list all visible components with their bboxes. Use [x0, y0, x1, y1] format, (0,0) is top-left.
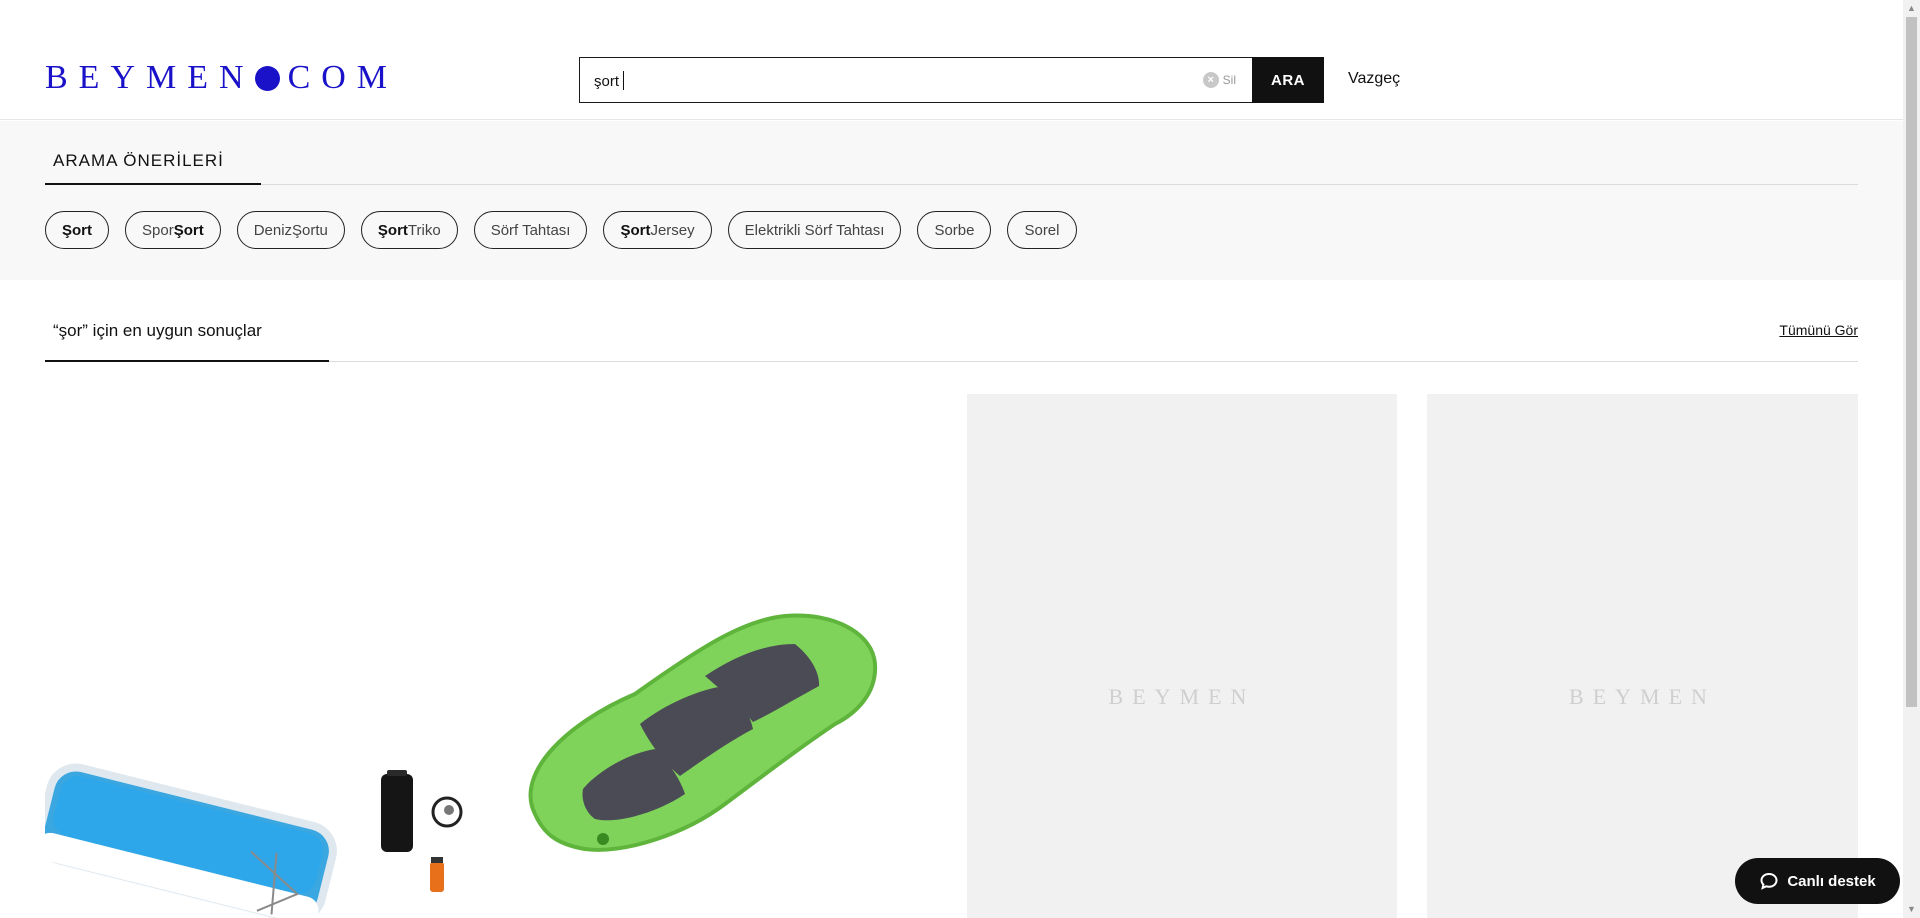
suggestions-active-underline [45, 183, 261, 185]
chip-rest: Jersey [650, 221, 695, 239]
text-caret [623, 71, 624, 90]
suggestion-chip[interactable]: Deniz Şortu [236, 211, 345, 249]
chip-rest: Elektrikli Sörf Tahtası [744, 221, 885, 239]
logo-text-left: BEYMEN [45, 59, 255, 96]
logo-dot [254, 65, 280, 91]
chip-rest: Şortu [292, 221, 328, 239]
see-all-link[interactable]: Tümünü Gör [1779, 322, 1858, 338]
product-card-balance-board[interactable] [505, 394, 930, 918]
chip-rest: Triko [407, 221, 441, 239]
suggestions-divider [45, 184, 1858, 185]
product-card-placeholder[interactable]: BEYMEN [1427, 394, 1858, 918]
suggestion-chip[interactable]: Sorel [1007, 211, 1077, 249]
chip-prefix: Deniz [253, 221, 293, 239]
scrollbar-thumb[interactable] [1906, 17, 1917, 707]
chip-rest: Sorel [1024, 221, 1060, 239]
scroll-down-icon[interactable]: ▼ [1903, 901, 1920, 918]
chip-rest: Sörf Tahtası [490, 221, 571, 239]
suggestion-chip[interactable]: Spor Şort [125, 211, 221, 249]
placeholder-logo: BEYMEN [1108, 684, 1256, 709]
chip-match: Şort [62, 221, 92, 239]
scroll-up-icon[interactable]: ▲ [1903, 0, 1920, 17]
search-suggestions: ARAMA ÖNERİLERİ Şort Spor Şort Deniz Şortu… [0, 121, 1903, 280]
product-card-surfboard[interactable] [45, 394, 505, 918]
page: BEYMEN COM × Sil ARA Vazgeç ARAMA ÖNERİLE… [0, 0, 1920, 918]
results-title: “şor” için en uygun sonuçlar [53, 321, 262, 340]
search-input[interactable] [594, 70, 1154, 92]
search-button[interactable]: ARA [1252, 57, 1324, 103]
suggestion-chip[interactable]: Sörf Tahtası [473, 211, 588, 249]
inflatable-board-image [45, 763, 463, 918]
suggestion-chips: Şort Spor Şort Deniz Şortu Şort Triko Sörf T… [45, 211, 1077, 249]
logo-text-right: COM [287, 59, 399, 96]
balance-board-image [528, 613, 878, 852]
product-card-placeholder[interactable]: BEYMEN [967, 394, 1397, 918]
chat-bubble-icon [1760, 872, 1778, 890]
chip-match: Şort [377, 221, 408, 239]
search-box: × Sil [579, 57, 1252, 103]
clear-search-button[interactable]: × Sil [1202, 72, 1236, 88]
suggestion-chip[interactable]: Şort [45, 211, 109, 249]
header: BEYMEN COM × Sil ARA Vazgeç [0, 0, 1903, 120]
clear-label: Sil [1222, 73, 1236, 87]
suggestion-chip[interactable]: Sorbe [917, 211, 992, 249]
placeholder-logo: BEYMEN [1569, 684, 1716, 709]
beymen-logo[interactable]: BEYMEN COM [45, 59, 399, 96]
suggestion-chip[interactable]: Şort Jersey [603, 211, 712, 249]
chip-prefix: Spor [142, 221, 174, 239]
page-scrollbar[interactable]: ▲ ▼ [1903, 0, 1920, 918]
results-active-underline [45, 360, 329, 362]
live-support-button[interactable]: Canlı destek [1735, 858, 1900, 904]
search-bar: × Sil ARA [579, 57, 1324, 103]
suggestion-chip[interactable]: Şort Triko [360, 211, 458, 249]
live-support-label: Canlı destek [1787, 872, 1876, 890]
chip-rest: Sorbe [934, 221, 975, 239]
suggestions-title: ARAMA ÖNERİLERİ [53, 151, 224, 170]
clear-icon: × [1202, 72, 1219, 88]
cancel-link[interactable]: Vazgeç [1348, 70, 1400, 88]
chip-match: Şort [173, 221, 204, 239]
suggestion-chip[interactable]: Elektrikli Sörf Tahtası [727, 211, 902, 249]
chip-match: Şort [620, 221, 651, 239]
